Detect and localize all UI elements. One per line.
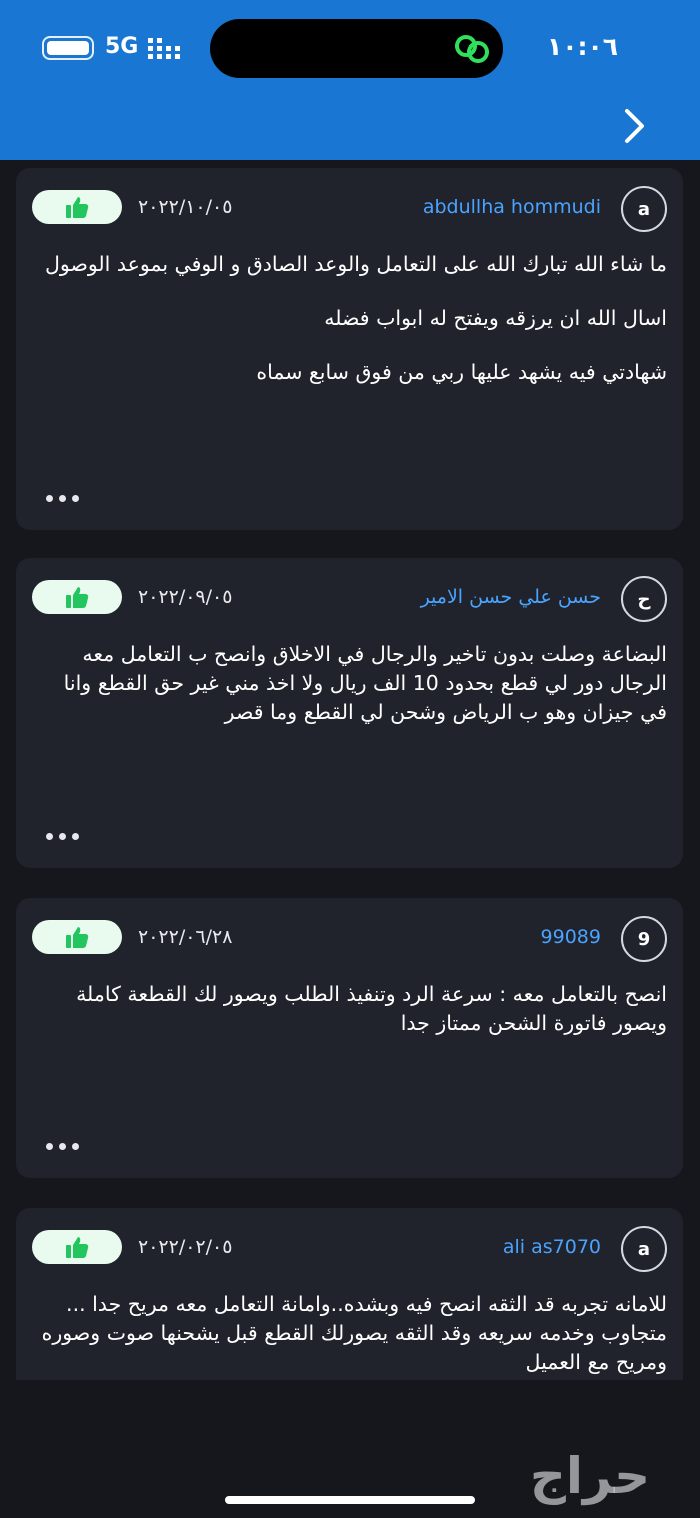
review-line: ما شاء الله تبارك الله على التعامل والوع… xyxy=(44,252,667,276)
review-line: البضاعة وصلت بدون تاخير والرجال في الاخل… xyxy=(63,642,667,724)
review-username[interactable]: ali as7070 xyxy=(503,1236,601,1258)
review-text: انصح بالتعامل معه : سرعة الرد وتنفيذ الط… xyxy=(32,980,667,1063)
avatar[interactable]: ح xyxy=(621,576,667,622)
like-button[interactable] xyxy=(32,1230,122,1264)
more-horizontal-icon xyxy=(46,833,53,840)
review-text: البضاعة وصلت بدون تاخير والرجال في الاخل… xyxy=(32,640,667,752)
review-date: ٢٠٢٢/٠٦/٢٨ xyxy=(138,926,233,948)
review-line: شهادتي فيه يشهد عليها ربي من فوق سابع سم… xyxy=(256,360,667,384)
review-line: اسال الله ان يرزقه ويفتح له ابواب فضله xyxy=(324,306,667,330)
review-line: للامانه تجربه قد الثقه انصح فيه وبشده..و… xyxy=(41,1292,667,1374)
review-text: ما شاء الله تبارك الله على التعامل والوع… xyxy=(32,250,667,412)
status-time: ١٠:٠٦ xyxy=(546,32,618,61)
review-card: 9 99089 ٢٠٢٢/٠٦/٢٨ انصح بالتعامل معه : س… xyxy=(16,898,683,1178)
top-app-bar: 5G ١٠:٠٦ xyxy=(0,0,700,160)
more-horizontal-icon xyxy=(46,495,53,502)
thumbs-up-icon xyxy=(66,587,89,608)
battery-icon xyxy=(42,36,94,60)
thumbs-up-icon xyxy=(66,927,89,948)
more-options-button[interactable] xyxy=(46,833,79,840)
watermark-logo: حراج xyxy=(529,1447,651,1505)
more-horizontal-icon xyxy=(46,1143,53,1150)
more-options-button[interactable] xyxy=(46,1143,79,1150)
avatar[interactable]: a xyxy=(621,186,667,232)
dynamic-island xyxy=(210,19,503,78)
chevron-right-icon xyxy=(625,109,644,143)
link-icon xyxy=(455,35,489,63)
thumbs-up-icon xyxy=(66,197,89,218)
review-line: انصح بالتعامل معه : سرعة الرد وتنفيذ الط… xyxy=(76,982,667,1035)
like-button[interactable] xyxy=(32,580,122,614)
review-card: a abdullha hommudi ٢٠٢٢/١٠/٠٥ ما شاء الل… xyxy=(16,168,683,530)
avatar[interactable]: 9 xyxy=(621,916,667,962)
home-indicator[interactable] xyxy=(225,1496,475,1504)
like-button[interactable] xyxy=(32,920,122,954)
review-card: ح حسن علي حسن الامير ٢٠٢٢/٠٩/٠٥ البضاعة … xyxy=(16,558,683,868)
network-type: 5G xyxy=(105,34,139,59)
signal-icon xyxy=(148,38,180,59)
review-username[interactable]: abdullha hommudi xyxy=(423,196,601,218)
more-options-button[interactable] xyxy=(46,495,79,502)
review-username[interactable]: 99089 xyxy=(541,926,601,948)
avatar[interactable]: a xyxy=(621,1226,667,1272)
review-username[interactable]: حسن علي حسن الامير xyxy=(421,586,601,608)
review-date: ٢٠٢٢/٠٢/٠٥ xyxy=(138,1236,233,1258)
thumbs-up-icon xyxy=(66,1237,89,1258)
review-date: ٢٠٢٢/٠٩/٠٥ xyxy=(138,586,233,608)
forward-button[interactable] xyxy=(618,104,652,148)
like-button[interactable] xyxy=(32,190,122,224)
review-date: ٢٠٢٢/١٠/٠٥ xyxy=(138,196,233,218)
